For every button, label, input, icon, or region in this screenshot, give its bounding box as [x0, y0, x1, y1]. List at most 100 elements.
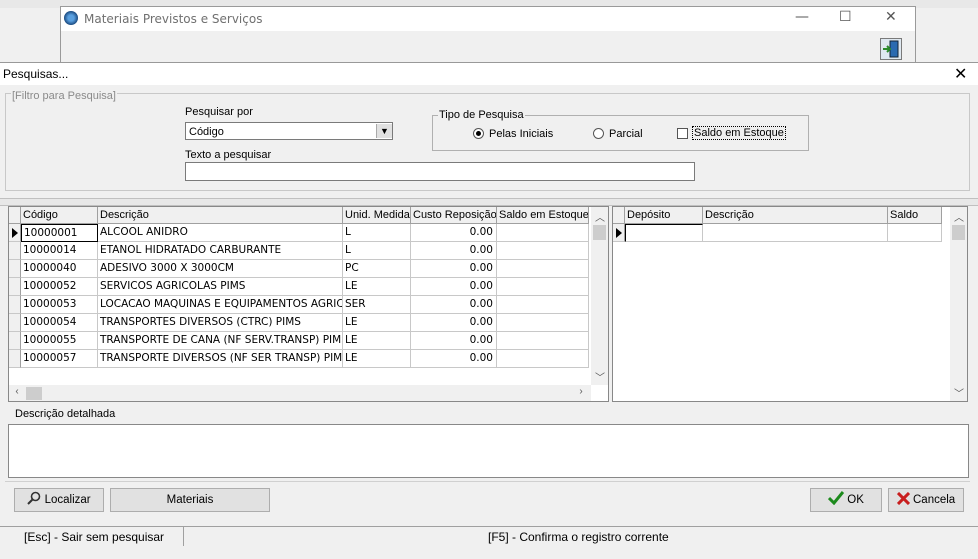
table-cell[interactable]: LOCACAO MAQUINAS E EQUIPAMENTOS AGRICOLA… — [98, 296, 343, 314]
status-esc-hint: [Esc] - Sair sem pesquisar — [24, 530, 165, 544]
table-cell[interactable]: 10000054 — [21, 314, 98, 332]
saldo-estoque-checkbox[interactable] — [677, 128, 688, 139]
table-cell[interactable] — [497, 332, 589, 350]
radio-parcial[interactable] — [593, 128, 604, 139]
scroll-thumb[interactable] — [952, 225, 965, 240]
table-cell[interactable]: TRANSPORTES DIVERSOS (CTRC) PIMS — [98, 314, 343, 332]
table-cell[interactable] — [497, 278, 589, 296]
table-cell[interactable]: TRANSPORTE DE CANA (NF SERV.TRANSP) PIMS — [98, 332, 343, 350]
table-cell[interactable] — [497, 224, 589, 242]
minimize-icon[interactable]: — — [795, 9, 809, 25]
column-header-codigo[interactable]: Código — [21, 207, 98, 224]
deposit-grid[interactable]: Depósito Descrição Saldo ︿ ﹀ — [612, 206, 968, 402]
table-cell[interactable]: 0.00 — [411, 242, 497, 260]
table-cell[interactable]: LE — [343, 314, 411, 332]
table-cell[interactable]: 10000040 — [21, 260, 98, 278]
row-indicator — [9, 332, 21, 350]
scroll-thumb[interactable] — [593, 225, 606, 240]
table-cell[interactable]: 0.00 — [411, 332, 497, 350]
table-cell[interactable]: 10000001 — [21, 224, 98, 242]
dialog-titlebar — [0, 63, 978, 85]
row-indicator — [9, 242, 21, 260]
ok-label: OK — [847, 494, 864, 506]
chevron-down-icon[interactable]: ▼ — [376, 124, 392, 138]
table-cell[interactable]: 10000053 — [21, 296, 98, 314]
radio-parcial-label[interactable]: Parcial — [609, 128, 643, 140]
materiais-label: Materiais — [166, 494, 214, 506]
dialog-close-icon[interactable]: ✕ — [954, 64, 967, 83]
table-cell[interactable]: 10000014 — [21, 242, 98, 260]
radio-pelas-iniciais-label[interactable]: Pelas Iniciais — [489, 128, 553, 140]
filter-group-legend: [Filtro para Pesquisa] — [11, 90, 117, 102]
close-icon[interactable]: ✕ — [885, 9, 897, 25]
texto-pesquisar-input[interactable] — [185, 162, 695, 181]
table-cell[interactable]: L — [343, 242, 411, 260]
radio-pelas-iniciais[interactable] — [473, 128, 484, 139]
table-cell[interactable] — [497, 260, 589, 278]
table-cell[interactable] — [497, 314, 589, 332]
table-cell[interactable]: L — [343, 224, 411, 242]
table-cell[interactable]: LE — [343, 332, 411, 350]
table-cell[interactable]: TRANSPORTE DIVERSOS (NF SER TRANSP) PIMS — [98, 350, 343, 368]
deposit-cell[interactable] — [703, 224, 888, 242]
localizar-button[interactable]: Localizar — [14, 488, 104, 512]
column-header-descricao[interactable]: Descrição — [98, 207, 343, 224]
table-cell[interactable]: 0.00 — [411, 314, 497, 332]
row-indicator — [9, 260, 21, 278]
table-cell[interactable]: PC — [343, 260, 411, 278]
splitter-bar[interactable] — [0, 198, 978, 206]
table-cell[interactable]: 0.00 — [411, 278, 497, 296]
row-indicator-header — [613, 207, 625, 224]
cancel-x-icon — [896, 491, 910, 506]
table-cell[interactable]: ADESIVO 3000 X 3000CM — [98, 260, 343, 278]
column-header-saldo[interactable]: Saldo em Estoque — [497, 207, 589, 224]
table-cell[interactable]: ETANOL HIDRATADO CARBURANTE — [98, 242, 343, 260]
scroll-right-icon[interactable]: › — [575, 386, 587, 397]
table-cell[interactable]: 0.00 — [411, 260, 497, 278]
column-header-unidade[interactable]: Unid. Medida — [343, 207, 411, 224]
materiais-button[interactable]: Materiais — [110, 488, 270, 512]
table-cell[interactable] — [497, 350, 589, 368]
table-cell[interactable]: 10000055 — [21, 332, 98, 350]
scroll-up-icon[interactable]: ︿ — [952, 209, 966, 224]
table-cell[interactable]: SERVICOS AGRICOLAS PIMS — [98, 278, 343, 296]
hscroll-thumb[interactable] — [26, 387, 42, 400]
table-cell[interactable]: LE — [343, 350, 411, 368]
table-cell[interactable]: 0.00 — [411, 296, 497, 314]
column-header-descricao[interactable]: Descrição — [703, 207, 888, 224]
exit-door-icon[interactable] — [880, 38, 902, 60]
scroll-down-icon[interactable]: ﹀ — [593, 369, 607, 384]
table-cell[interactable]: 0.00 — [411, 350, 497, 368]
cancela-button[interactable]: Cancela — [888, 488, 964, 512]
deposit-cell[interactable] — [888, 224, 942, 242]
row-indicator — [613, 224, 625, 242]
column-header-deposito[interactable]: Depósito — [625, 207, 703, 224]
row-indicator-header — [9, 207, 21, 224]
scroll-down-icon[interactable]: ﹀ — [952, 385, 966, 400]
column-header-saldo[interactable]: Saldo — [888, 207, 942, 224]
table-cell[interactable]: 0.00 — [411, 224, 497, 242]
table-cell[interactable] — [497, 296, 589, 314]
search-icon — [27, 491, 41, 505]
table-cell[interactable]: 10000052 — [21, 278, 98, 296]
horizontal-scrollbar[interactable] — [9, 385, 591, 401]
descricao-detalhada-field[interactable] — [8, 424, 969, 478]
table-cell[interactable]: 10000057 — [21, 350, 98, 368]
maximize-icon[interactable]: ☐ — [839, 9, 852, 25]
pesquisar-por-label: Pesquisar por — [185, 106, 253, 118]
dialog-title: Pesquisas... — [3, 67, 69, 81]
table-cell[interactable]: ALCOOL ANIDRO — [98, 224, 343, 242]
row-indicator — [9, 278, 21, 296]
table-cell[interactable]: SER — [343, 296, 411, 314]
deposit-cell[interactable] — [625, 224, 703, 242]
column-header-custo[interactable]: Custo Reposição — [411, 207, 497, 224]
scroll-up-icon[interactable]: ︿ — [593, 209, 607, 224]
table-cell[interactable] — [497, 242, 589, 260]
table-cell[interactable]: LE — [343, 278, 411, 296]
materials-grid[interactable]: Código Descrição Unid. Medida Custo Repo… — [8, 206, 609, 402]
saldo-estoque-label[interactable]: Saldo em Estoque — [692, 126, 786, 140]
app-icon — [64, 11, 78, 25]
ok-button[interactable]: OK — [810, 488, 882, 512]
scroll-left-icon[interactable]: ‹ — [11, 386, 23, 397]
row-indicator — [9, 350, 21, 368]
